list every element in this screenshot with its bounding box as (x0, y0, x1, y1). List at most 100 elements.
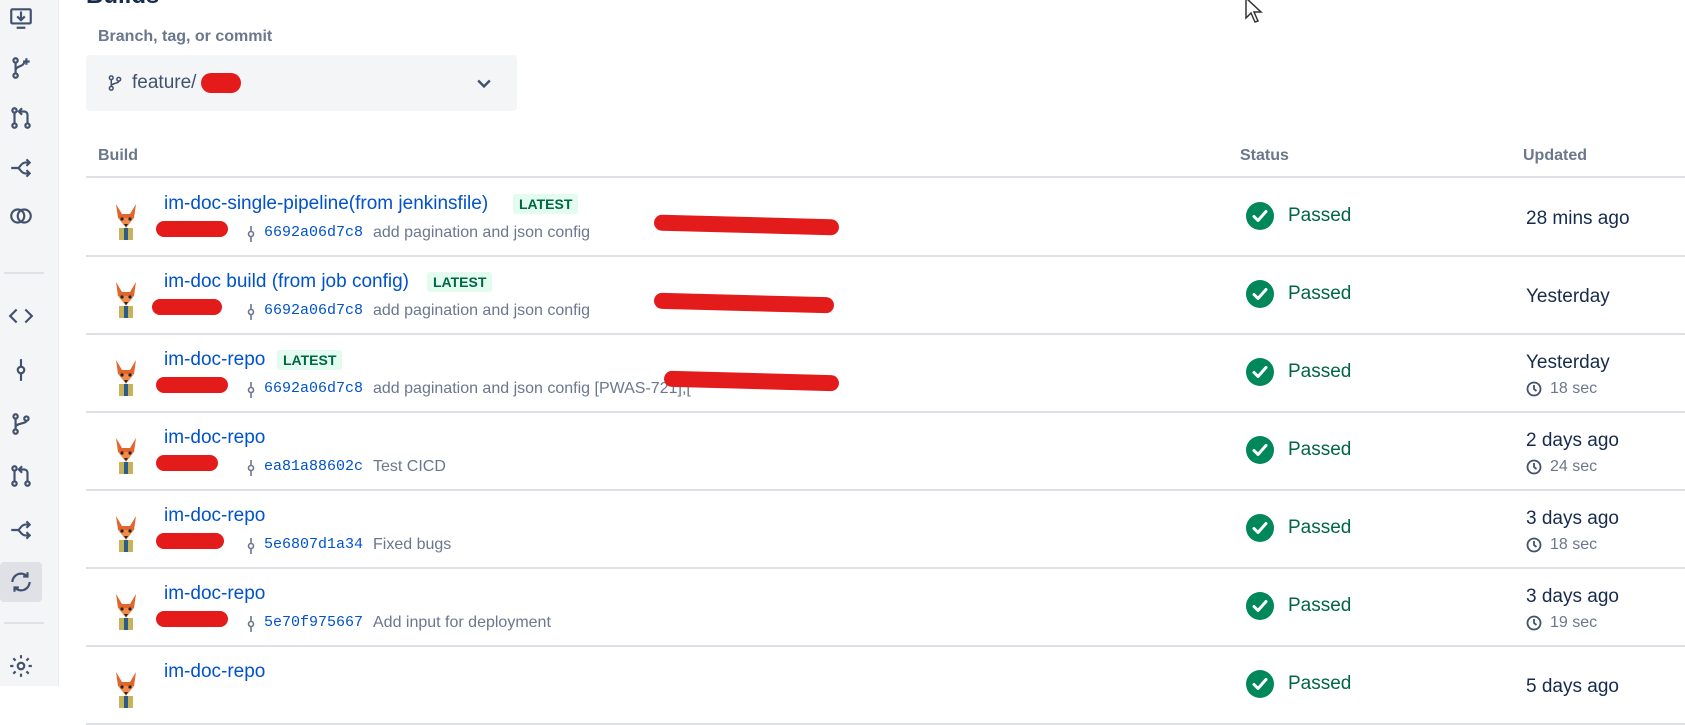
duration-label: 18 sec (1550, 536, 1598, 553)
commit-hash-link[interactable]: 6692a06d7c8 (264, 224, 363, 241)
commit-message: add pagination and json config (373, 302, 591, 319)
avatar-fox-icon (105, 511, 147, 553)
redaction-mark (156, 221, 228, 237)
avatar-fox-icon (105, 433, 147, 475)
build-duration: 18 sec (1526, 536, 1597, 554)
redaction-mark (653, 214, 840, 236)
status-label: Passed (1288, 283, 1352, 304)
column-header-build: Build (98, 147, 138, 164)
commit-icon (247, 382, 255, 398)
build-name-link[interactable]: im-doc-single-pipeline(from jenkinsfile) (164, 193, 488, 215)
commit-hash-link[interactable]: 5e6807d1a34 (264, 536, 363, 553)
avatar-fox-icon (105, 589, 147, 631)
updated-time: 5 days ago (1526, 676, 1619, 697)
pull-requests-icon[interactable] (0, 456, 42, 496)
avatar-fox-icon (105, 277, 147, 319)
updated-time: 3 days ago (1526, 508, 1619, 529)
status-cell: Passed (1246, 592, 1351, 620)
status-label: Passed (1288, 595, 1352, 616)
commit-message: add pagination and json config [PWAS-721… (373, 380, 691, 397)
table-row[interactable]: im-doc-repo 5e6807d1a34 Fixed bugs Passed 3 … (86, 490, 1685, 569)
commit-hash-link[interactable]: 5e70f975667 (264, 614, 363, 631)
table-row[interactable]: im-doc-single-pipeline(from jenkinsfile)… (86, 178, 1685, 257)
build-name-link[interactable]: im-doc-repo (164, 661, 265, 683)
clock-icon (1526, 537, 1542, 553)
redaction-mark (156, 377, 228, 393)
redaction-mark (156, 455, 218, 471)
sidebar-divider (4, 272, 44, 274)
builds-table-header: Build Status Updated (86, 140, 1685, 178)
check-circle-icon (1246, 358, 1274, 386)
avatar (104, 432, 148, 476)
avatar (104, 276, 148, 320)
commit-message: Fixed bugs (373, 536, 452, 553)
status-cell: Passed (1246, 514, 1351, 542)
status-label: Passed (1288, 439, 1352, 460)
sidebar-divider (4, 622, 44, 624)
commit-icon (247, 616, 255, 632)
updated-time: Yesterday (1526, 286, 1610, 307)
table-row[interactable]: im-doc-repo LATEST 6692a06d7c8 add paginati… (86, 334, 1685, 413)
commit-icon (247, 538, 255, 554)
updated-time: 2 days ago (1526, 430, 1619, 451)
status-label: Passed (1288, 361, 1352, 382)
builds-icon[interactable] (0, 562, 42, 602)
sidebar (0, 0, 59, 686)
column-header-updated: Updated (1523, 147, 1587, 164)
status-label: Passed (1288, 517, 1352, 538)
updated-time: Yesterday (1526, 352, 1610, 373)
commit-hash-link[interactable]: ea81a88602c (264, 458, 363, 475)
create-branch-icon[interactable] (0, 48, 42, 88)
table-row[interactable]: im-doc-repo ea81a88602c Test CICD Passed 2 d… (86, 412, 1685, 491)
redaction-mark (653, 292, 835, 314)
check-circle-icon (1246, 670, 1274, 698)
clock-icon (1526, 615, 1542, 631)
check-circle-icon (1246, 514, 1274, 542)
duration-label: 19 sec (1550, 614, 1598, 631)
status-cell: Passed (1246, 280, 1351, 308)
mouse-cursor-icon (1245, 0, 1263, 23)
build-name-link[interactable]: im-doc-repo (164, 427, 265, 449)
latest-badge: LATEST (277, 350, 343, 370)
table-row[interactable]: im-doc build (from job config) LATEST 6692… (86, 256, 1685, 335)
commit-hash-link[interactable]: 6692a06d7c8 (264, 380, 363, 397)
build-name-link[interactable]: im-doc build (from job config) (164, 271, 409, 293)
deployments-icon[interactable] (0, 510, 42, 550)
avatar-fox-icon (105, 355, 147, 397)
redaction-mark (156, 611, 228, 627)
avatar-fox-icon (105, 199, 147, 241)
branch-select[interactable]: feature/ (86, 55, 517, 111)
build-name-link[interactable]: im-doc-repo (164, 505, 265, 527)
build-name-link[interactable]: im-doc-repo (164, 349, 265, 371)
build-duration: 18 sec (1526, 380, 1597, 398)
pipeline-icon[interactable] (0, 148, 42, 188)
avatar (104, 588, 148, 632)
status-cell: Passed (1246, 670, 1351, 698)
chevron-down-icon[interactable] (474, 73, 494, 93)
overlap-icon[interactable] (0, 196, 42, 236)
commit-hash-link[interactable]: 6692a06d7c8 (264, 302, 363, 319)
column-header-status: Status (1240, 147, 1289, 164)
table-row[interactable]: im-doc-repo 5e70f975667 Add input for depl… (86, 568, 1685, 647)
clock-icon (1526, 459, 1542, 475)
page-title: Builds (86, 0, 159, 10)
redaction-mark (156, 533, 224, 549)
code-icon[interactable] (0, 296, 42, 336)
latest-badge: LATEST (427, 272, 493, 292)
settings-icon[interactable] (0, 646, 42, 686)
branch-filter-label: Branch, tag, or commit (98, 28, 273, 45)
branches-icon[interactable] (0, 404, 42, 444)
check-circle-icon (1246, 592, 1274, 620)
build-name-link[interactable]: im-doc-repo (164, 583, 265, 605)
commit-icon (247, 304, 255, 320)
duration-label: 18 sec (1550, 380, 1598, 397)
status-label: Passed (1288, 673, 1352, 694)
avatar (104, 510, 148, 554)
pull-request-icon[interactable] (0, 98, 42, 138)
download-icon[interactable] (0, 0, 42, 38)
build-duration: 24 sec (1526, 458, 1597, 476)
builds-page: Builds Branch, tag, or commit feature/ B… (86, 0, 1685, 725)
commit-icon[interactable] (0, 350, 42, 390)
status-cell: Passed (1246, 358, 1351, 386)
commit-message: Add input for deployment (373, 614, 551, 631)
